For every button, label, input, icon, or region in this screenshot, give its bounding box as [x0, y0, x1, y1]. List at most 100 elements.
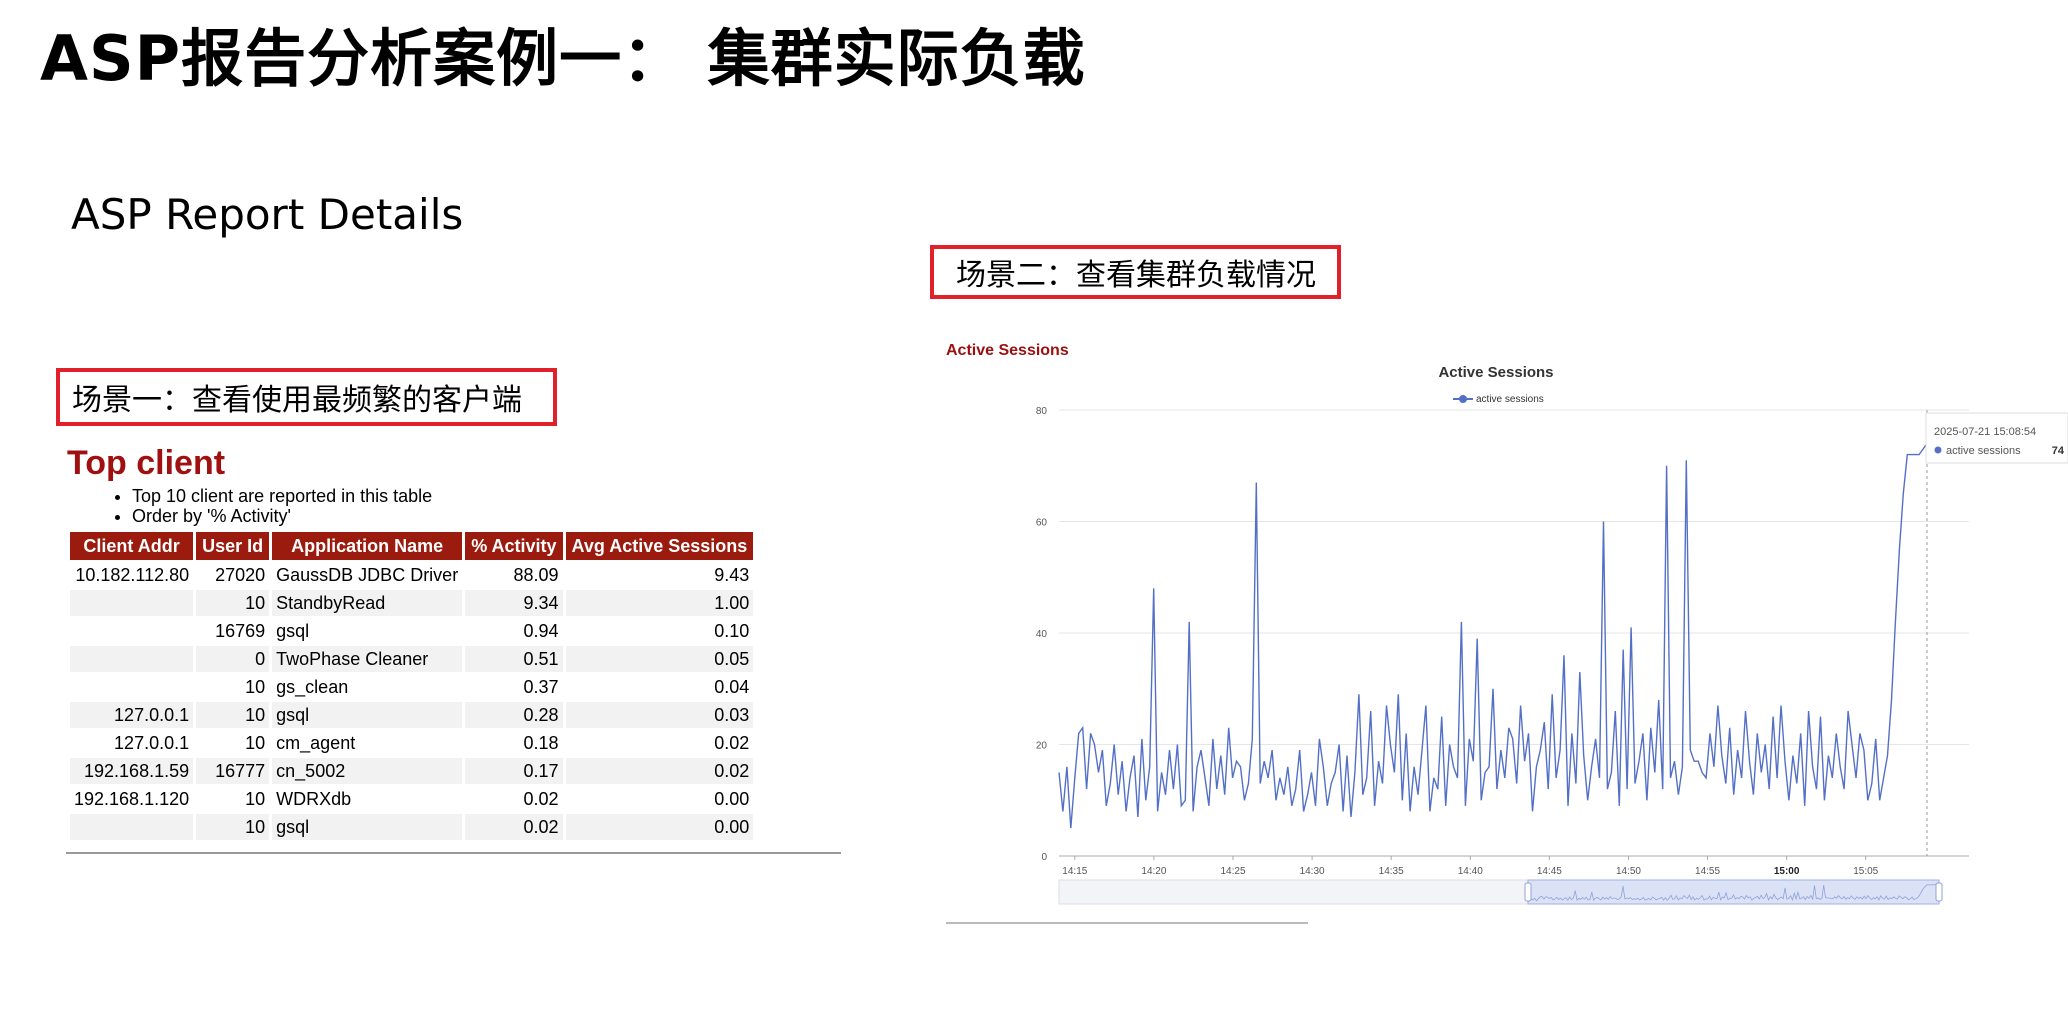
cell-application-name: TwoPhase Cleaner [272, 646, 463, 672]
table-row: 192.168.1.59 16777 cn_5002 0.17 0.02 [70, 758, 754, 784]
slide-title: ASP报告分析案例一： 集群实际负载 [40, 22, 1086, 95]
chart-title: Active Sessions [1438, 364, 1553, 381]
y-axis: 0 20 40 60 80 [1036, 406, 1048, 863]
y-tick-label: 40 [1036, 629, 1048, 640]
zoom-slider[interactable] [1058, 879, 1943, 905]
cell-client-addr [70, 618, 194, 644]
col-user-id[interactable]: User Id [196, 532, 270, 560]
top-client-heading: Top client [67, 444, 226, 482]
tooltip-series: active sessions [1946, 445, 2021, 457]
cell-avg-active-sessions: 1.00 [565, 590, 754, 616]
cell-application-name: StandbyRead [272, 590, 463, 616]
zoom-handle-left[interactable] [1524, 882, 1532, 902]
x-tick-label: 14:35 [1379, 866, 1404, 877]
cell-user-id: 10 [196, 590, 270, 616]
scenario-1-callout: 场景一：查看使用最频繁的客户端 [56, 368, 557, 426]
note-item: Top 10 client are reported in this table [132, 486, 432, 506]
cell-activity: 0.02 [465, 814, 563, 840]
table-row: 192.168.1.120 10 WDRXdb 0.02 0.00 [70, 786, 754, 812]
x-tick-label: 14:40 [1458, 866, 1483, 877]
y-tick-label: 80 [1036, 406, 1048, 417]
cell-avg-active-sessions: 0.02 [565, 758, 754, 784]
scenario-2-label: 场景二：查看集群负载情况 [956, 258, 1316, 293]
section-divider [66, 852, 841, 854]
x-axis: 14:15 14:20 14:25 14:30 14:35 14:40 14:45 14:50… [1062, 856, 1879, 877]
x-tick-label: 15:05 [1853, 866, 1878, 877]
top-client-table: Client Addr User Id Application Name % A… [67, 530, 756, 842]
y-tick-label: 0 [1041, 852, 1047, 863]
tooltip: 2025-07-21 15:08:54 active sessions 74 [1925, 412, 2068, 464]
cell-client-addr: 10.182.112.80 [70, 562, 194, 588]
cell-application-name: gsql [272, 618, 463, 644]
tooltip-time: 2025-07-21 15:08:54 [1934, 426, 2036, 438]
legend-marker [1459, 395, 1467, 403]
cell-application-name: GaussDB JDBC Driver [272, 562, 463, 588]
col-application-name[interactable]: Application Name [272, 532, 463, 560]
zoom-slider-window[interactable] [1527, 879, 1940, 905]
x-tick-label: 14:50 [1616, 866, 1641, 877]
cell-application-name: gsql [272, 702, 463, 728]
table-row: 0 TwoPhase Cleaner 0.51 0.05 [70, 646, 754, 672]
scenario-2-callout: 场景二：查看集群负载情况 [930, 245, 1341, 299]
cell-application-name: cm_agent [272, 730, 463, 756]
cell-client-addr: 127.0.0.1 [70, 702, 194, 728]
y-tick-label: 20 [1036, 741, 1048, 752]
legend-label: active sessions [1476, 394, 1544, 405]
table-row: 127.0.0.1 10 gsql 0.28 0.03 [70, 702, 754, 728]
cell-application-name: WDRXdb [272, 786, 463, 812]
cell-activity: 0.02 [465, 786, 563, 812]
cell-activity: 0.37 [465, 674, 563, 700]
cell-client-addr: 127.0.0.1 [70, 730, 194, 756]
x-tick-label: 14:45 [1537, 866, 1562, 877]
cell-avg-active-sessions: 0.02 [565, 730, 754, 756]
col-activity[interactable]: % Activity [465, 532, 563, 560]
cell-activity: 9.34 [465, 590, 563, 616]
cell-user-id: 10 [196, 786, 270, 812]
cell-client-addr: 192.168.1.59 [70, 758, 194, 784]
top-client-notes: Top 10 client are reported in this table… [108, 486, 432, 526]
x-tick-label: 14:30 [1300, 866, 1325, 877]
cell-client-addr [70, 590, 194, 616]
cell-user-id: 10 [196, 814, 270, 840]
cell-user-id: 27020 [196, 562, 270, 588]
col-client-addr[interactable]: Client Addr [70, 532, 194, 560]
x-tick-label: 14:25 [1220, 866, 1245, 877]
cell-avg-active-sessions: 0.10 [565, 618, 754, 644]
x-tick-label: 14:20 [1141, 866, 1166, 877]
cell-application-name: gs_clean [272, 674, 463, 700]
cell-user-id: 10 [196, 702, 270, 728]
cell-activity: 88.09 [465, 562, 563, 588]
x-tick-label: 14:55 [1695, 866, 1720, 877]
cell-activity: 0.51 [465, 646, 563, 672]
cell-user-id: 10 [196, 674, 270, 700]
cell-avg-active-sessions: 0.05 [565, 646, 754, 672]
table-body: 10.182.112.80 27020 GaussDB JDBC Driver 88.… [70, 562, 754, 840]
series-line-active-sessions [1058, 442, 1928, 829]
cell-application-name: gsql [272, 814, 463, 840]
cell-client-addr [70, 646, 194, 672]
cell-activity: 0.17 [465, 758, 563, 784]
col-avg-active-sessions[interactable]: Avg Active Sessions [565, 532, 754, 560]
cell-user-id: 16777 [196, 758, 270, 784]
cell-client-addr: 192.168.1.120 [70, 786, 194, 812]
report-subtitle: ASP Report Details [71, 190, 464, 239]
table-row: 16769 gsql 0.94 0.10 [70, 618, 754, 644]
cell-activity: 0.28 [465, 702, 563, 728]
cell-user-id: 16769 [196, 618, 270, 644]
table-row: 127.0.0.1 10 cm_agent 0.18 0.02 [70, 730, 754, 756]
active-sessions-chart[interactable]: Active Sessions active sessions 0 20 40 60 8… [946, 350, 2068, 920]
cell-activity: 0.94 [465, 618, 563, 644]
cell-avg-active-sessions: 0.00 [565, 786, 754, 812]
table-row: 10.182.112.80 27020 GaussDB JDBC Driver 88.… [70, 562, 754, 588]
cell-user-id: 10 [196, 730, 270, 756]
y-tick-label: 60 [1036, 518, 1048, 529]
section-divider [946, 922, 1308, 924]
table-header-row: Client Addr User Id Application Name % A… [70, 532, 754, 560]
cell-client-addr [70, 814, 194, 840]
cell-user-id: 0 [196, 646, 270, 672]
zoom-handle-right[interactable] [1935, 882, 1943, 902]
cell-avg-active-sessions: 0.00 [565, 814, 754, 840]
table-row: 10 gs_clean 0.37 0.04 [70, 674, 754, 700]
legend[interactable]: active sessions [1453, 394, 1544, 405]
cell-client-addr [70, 674, 194, 700]
